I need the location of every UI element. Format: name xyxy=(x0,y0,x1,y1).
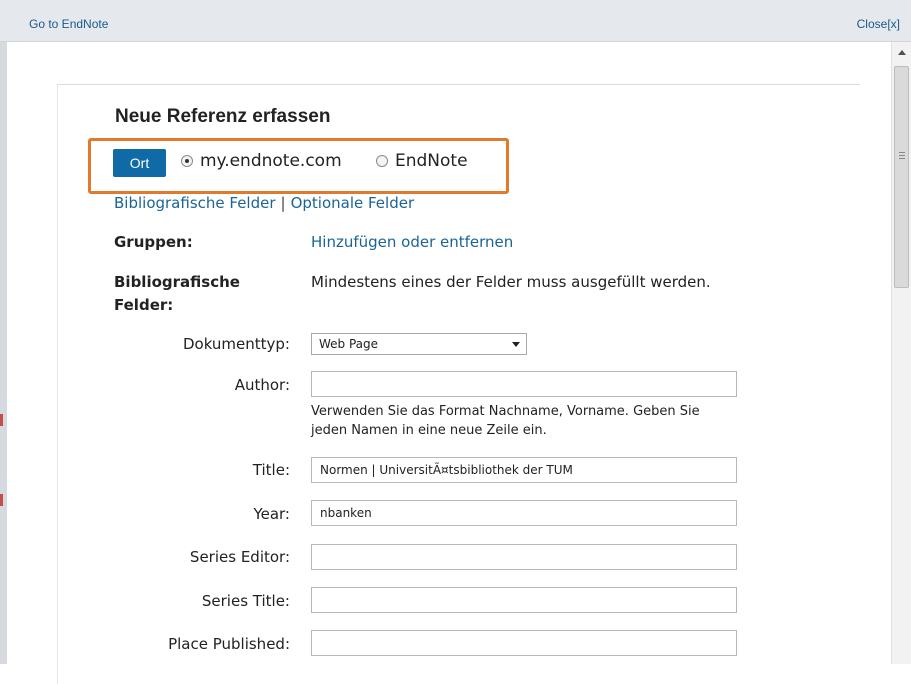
author-hint: Verwenden Sie das Format Nachname, Vorna… xyxy=(311,402,771,440)
doctype-select[interactable]: Web Page xyxy=(311,333,527,355)
dialog-header: Go to EndNote Close[x] xyxy=(0,0,911,42)
scrollbar-thumb[interactable] xyxy=(894,66,909,288)
tab-optional-fields[interactable]: Optionale Felder xyxy=(291,194,415,212)
radio-endnote-label[interactable]: EndNote xyxy=(395,151,468,171)
close-button[interactable]: Close[x] xyxy=(857,17,900,31)
year-input[interactable]: nbanken xyxy=(311,500,737,526)
left-edge xyxy=(0,42,7,664)
groups-label: Gruppen: xyxy=(114,233,193,251)
scroll-up-arrow-icon[interactable] xyxy=(898,50,906,55)
author-hint-line2: jeden Namen in eine neue Zeile ein. xyxy=(311,423,547,438)
series-title-label: Series Title: xyxy=(201,592,290,610)
add-remove-groups-link[interactable]: Hinzufügen oder entfernen xyxy=(311,233,513,251)
grip-line xyxy=(899,158,905,159)
edge-marker xyxy=(0,414,3,426)
place-published-input[interactable] xyxy=(311,630,737,656)
bib-fields-label-line2: Felder: xyxy=(114,296,174,314)
edge-marker xyxy=(0,494,3,506)
radio-endnote[interactable] xyxy=(376,155,388,167)
author-input[interactable] xyxy=(311,371,737,397)
chevron-down-icon xyxy=(512,342,520,347)
author-hint-line1: Verwenden Sie das Format Nachname, Vorna… xyxy=(311,404,700,419)
vertical-scrollbar[interactable] xyxy=(891,42,911,664)
title-input[interactable]: Normen | UniversitÃ¤tsbibliothek der TUM xyxy=(311,457,737,483)
year-label: Year: xyxy=(253,505,290,523)
location-button[interactable]: Ort xyxy=(113,149,166,177)
required-fields-note: Mindestens eines der Felder muss ausgefü… xyxy=(311,273,711,291)
bib-fields-label-line1: Bibliografische xyxy=(114,273,240,291)
radio-my-endnote[interactable] xyxy=(181,155,193,167)
tab-bibliographic-fields[interactable]: Bibliografische Felder xyxy=(114,194,276,212)
field-tabs: Bibliografische Felder | Optionale Felder xyxy=(114,194,414,212)
grip-line xyxy=(899,155,905,156)
place-published-label: Place Published: xyxy=(168,635,290,653)
page-title: Neue Referenz erfassen xyxy=(115,106,331,127)
series-title-input[interactable] xyxy=(311,587,737,613)
series-editor-label: Series Editor: xyxy=(189,548,290,566)
doctype-value: Web Page xyxy=(319,337,379,351)
doctype-label: Dokumenttyp: xyxy=(182,335,290,353)
tab-separator: | xyxy=(280,194,286,212)
radio-my-endnote-label[interactable]: my.endnote.com xyxy=(200,151,342,171)
go-to-endnote-link[interactable]: Go to EndNote xyxy=(29,17,108,31)
author-label: Author: xyxy=(234,376,290,394)
title-label: Title: xyxy=(252,461,290,479)
grip-line xyxy=(899,152,905,153)
series-editor-input[interactable] xyxy=(311,544,737,570)
